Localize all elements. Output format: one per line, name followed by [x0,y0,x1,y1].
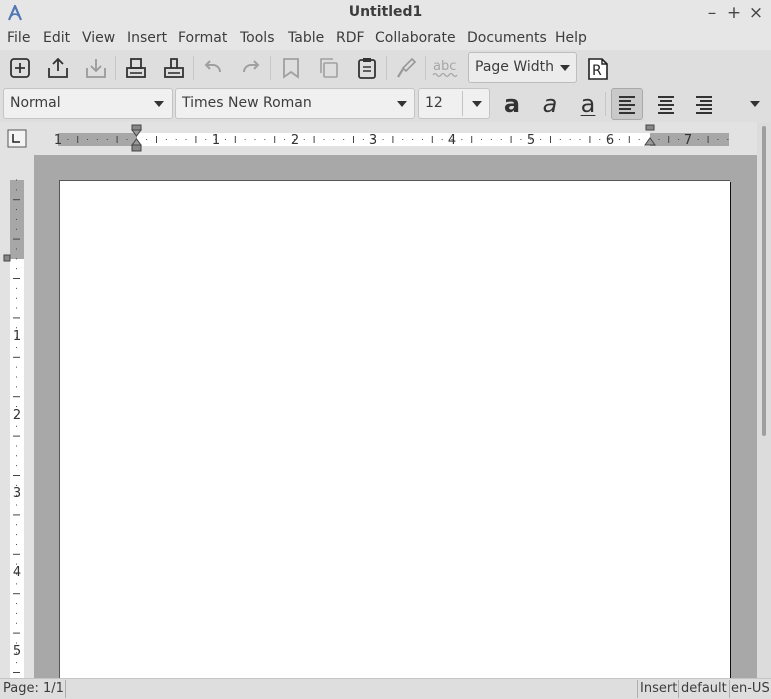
align-center-button[interactable] [650,88,682,120]
italic-icon: a [542,90,558,118]
cut-icon[interactable] [278,55,304,81]
close-button[interactable]: × [746,2,766,24]
paste-icon[interactable] [354,55,380,81]
svg-text:R: R [592,63,602,79]
document-page[interactable] [59,180,730,678]
page-indicator: Page: 1/1 [3,681,64,696]
redo-icon[interactable] [238,55,264,81]
ruler-label: 1 [54,133,62,148]
status-divider [65,680,66,698]
underline-button[interactable]: a [572,88,604,120]
new-document-icon[interactable] [7,55,33,81]
align-left-icon [619,96,635,114]
underline-icon: a [580,90,596,118]
chevron-down-icon [472,101,482,107]
save-document-icon[interactable] [83,55,109,81]
toolbar-overflow-icon[interactable] [750,101,760,107]
format-painter-icon[interactable] [392,55,418,81]
paragraph-style-value: Normal [10,95,61,111]
menu-collaborate[interactable]: Collaborate [375,30,456,46]
vertical-scrollbar[interactable] [757,122,771,678]
print-icon[interactable] [123,55,149,81]
ruler-label: 5 [13,644,21,659]
toolbar-separator [115,56,116,80]
ruler-label: 4 [13,565,21,580]
toolbar-separator [386,56,387,80]
menu-file[interactable]: File [7,30,30,46]
language-indicator: en-US [731,681,770,696]
document-canvas[interactable] [34,155,757,678]
svg-text:abc: abc [433,59,456,74]
title-bar: Untitled1 – + × [0,0,771,26]
menu-help[interactable]: Help [555,30,587,46]
window-title: Untitled1 [348,4,423,20]
menu-format[interactable]: Format [178,30,227,46]
font-size-select[interactable]: 12 [418,88,490,119]
menu-bar: File Edit View Insert Format Tools Table… [0,26,771,50]
ruler-label: 1 [13,329,21,344]
paragraph-style-select[interactable]: Normal [3,88,173,119]
align-center-icon [658,96,674,114]
menu-insert[interactable]: Insert [127,30,167,46]
align-right-button[interactable] [688,88,720,120]
zoom-value: Page Width [475,59,555,75]
ruler-label: 3 [369,133,377,148]
chevron-down-icon [560,65,570,71]
menu-view[interactable]: View [82,30,115,46]
top-margin-marker-icon[interactable] [3,254,11,262]
standard-toolbar: abc [0,50,771,86]
menu-tools[interactable]: Tools [240,30,275,46]
minimize-button[interactable]: – [702,2,722,24]
menu-edit[interactable]: Edit [43,30,70,46]
undo-icon[interactable] [200,55,226,81]
ruler-label: 6 [606,133,614,148]
bold-icon: a [503,90,521,118]
scrollbar-thumb[interactable] [762,126,766,436]
font-size-value: 12 [425,95,443,111]
abiword-logo-icon [7,4,23,21]
status-divider [637,680,638,698]
ruler-label: 7 [684,133,692,148]
ruler-label: 2 [13,408,21,423]
italic-button[interactable]: a [534,88,566,120]
insert-mode-indicator: Insert [640,681,678,696]
combo-divider [462,91,463,116]
chevron-down-icon [397,101,407,107]
tab-type-selector-icon[interactable] [7,129,27,148]
bold-button[interactable]: a [496,88,528,120]
toolbar-separator [605,92,606,116]
status-divider [729,680,730,698]
print-preview-icon[interactable] [161,55,187,81]
ruler-label: 2 [291,133,299,148]
ruler-label: 3 [13,486,21,501]
ruler-label: 1 [212,133,220,148]
spellcheck-icon[interactable]: abc [431,55,461,81]
status-bar: Page: 1/1 Insert default en-US [0,678,771,699]
copy-icon[interactable] [316,55,342,81]
toolbar-separator [425,56,426,80]
review-revision-icon[interactable]: R [585,56,611,82]
chevron-down-icon [154,101,164,107]
toolbar-separator [270,56,271,80]
zoom-select[interactable]: Page Width [468,52,577,83]
align-right-icon [696,96,712,114]
status-divider [678,680,679,698]
style-indicator: default [681,681,727,696]
toolbar-separator [193,56,194,80]
align-left-button[interactable] [611,88,643,120]
ruler-label: 4 [448,133,456,148]
open-document-icon[interactable] [45,55,71,81]
maximize-button[interactable]: + [724,2,744,24]
menu-rdf[interactable]: RDF [336,30,365,46]
vertical-ruler: 1 2 3 4 5 [0,155,34,678]
ruler-label: 5 [527,133,535,148]
menu-table[interactable]: Table [288,30,324,46]
font-value: Times New Roman [182,95,312,111]
menu-documents[interactable]: Documents [467,30,547,46]
font-select[interactable]: Times New Roman [175,88,415,119]
horizontal-ruler: 1 1 2 3 4 5 6 7 [0,122,771,155]
